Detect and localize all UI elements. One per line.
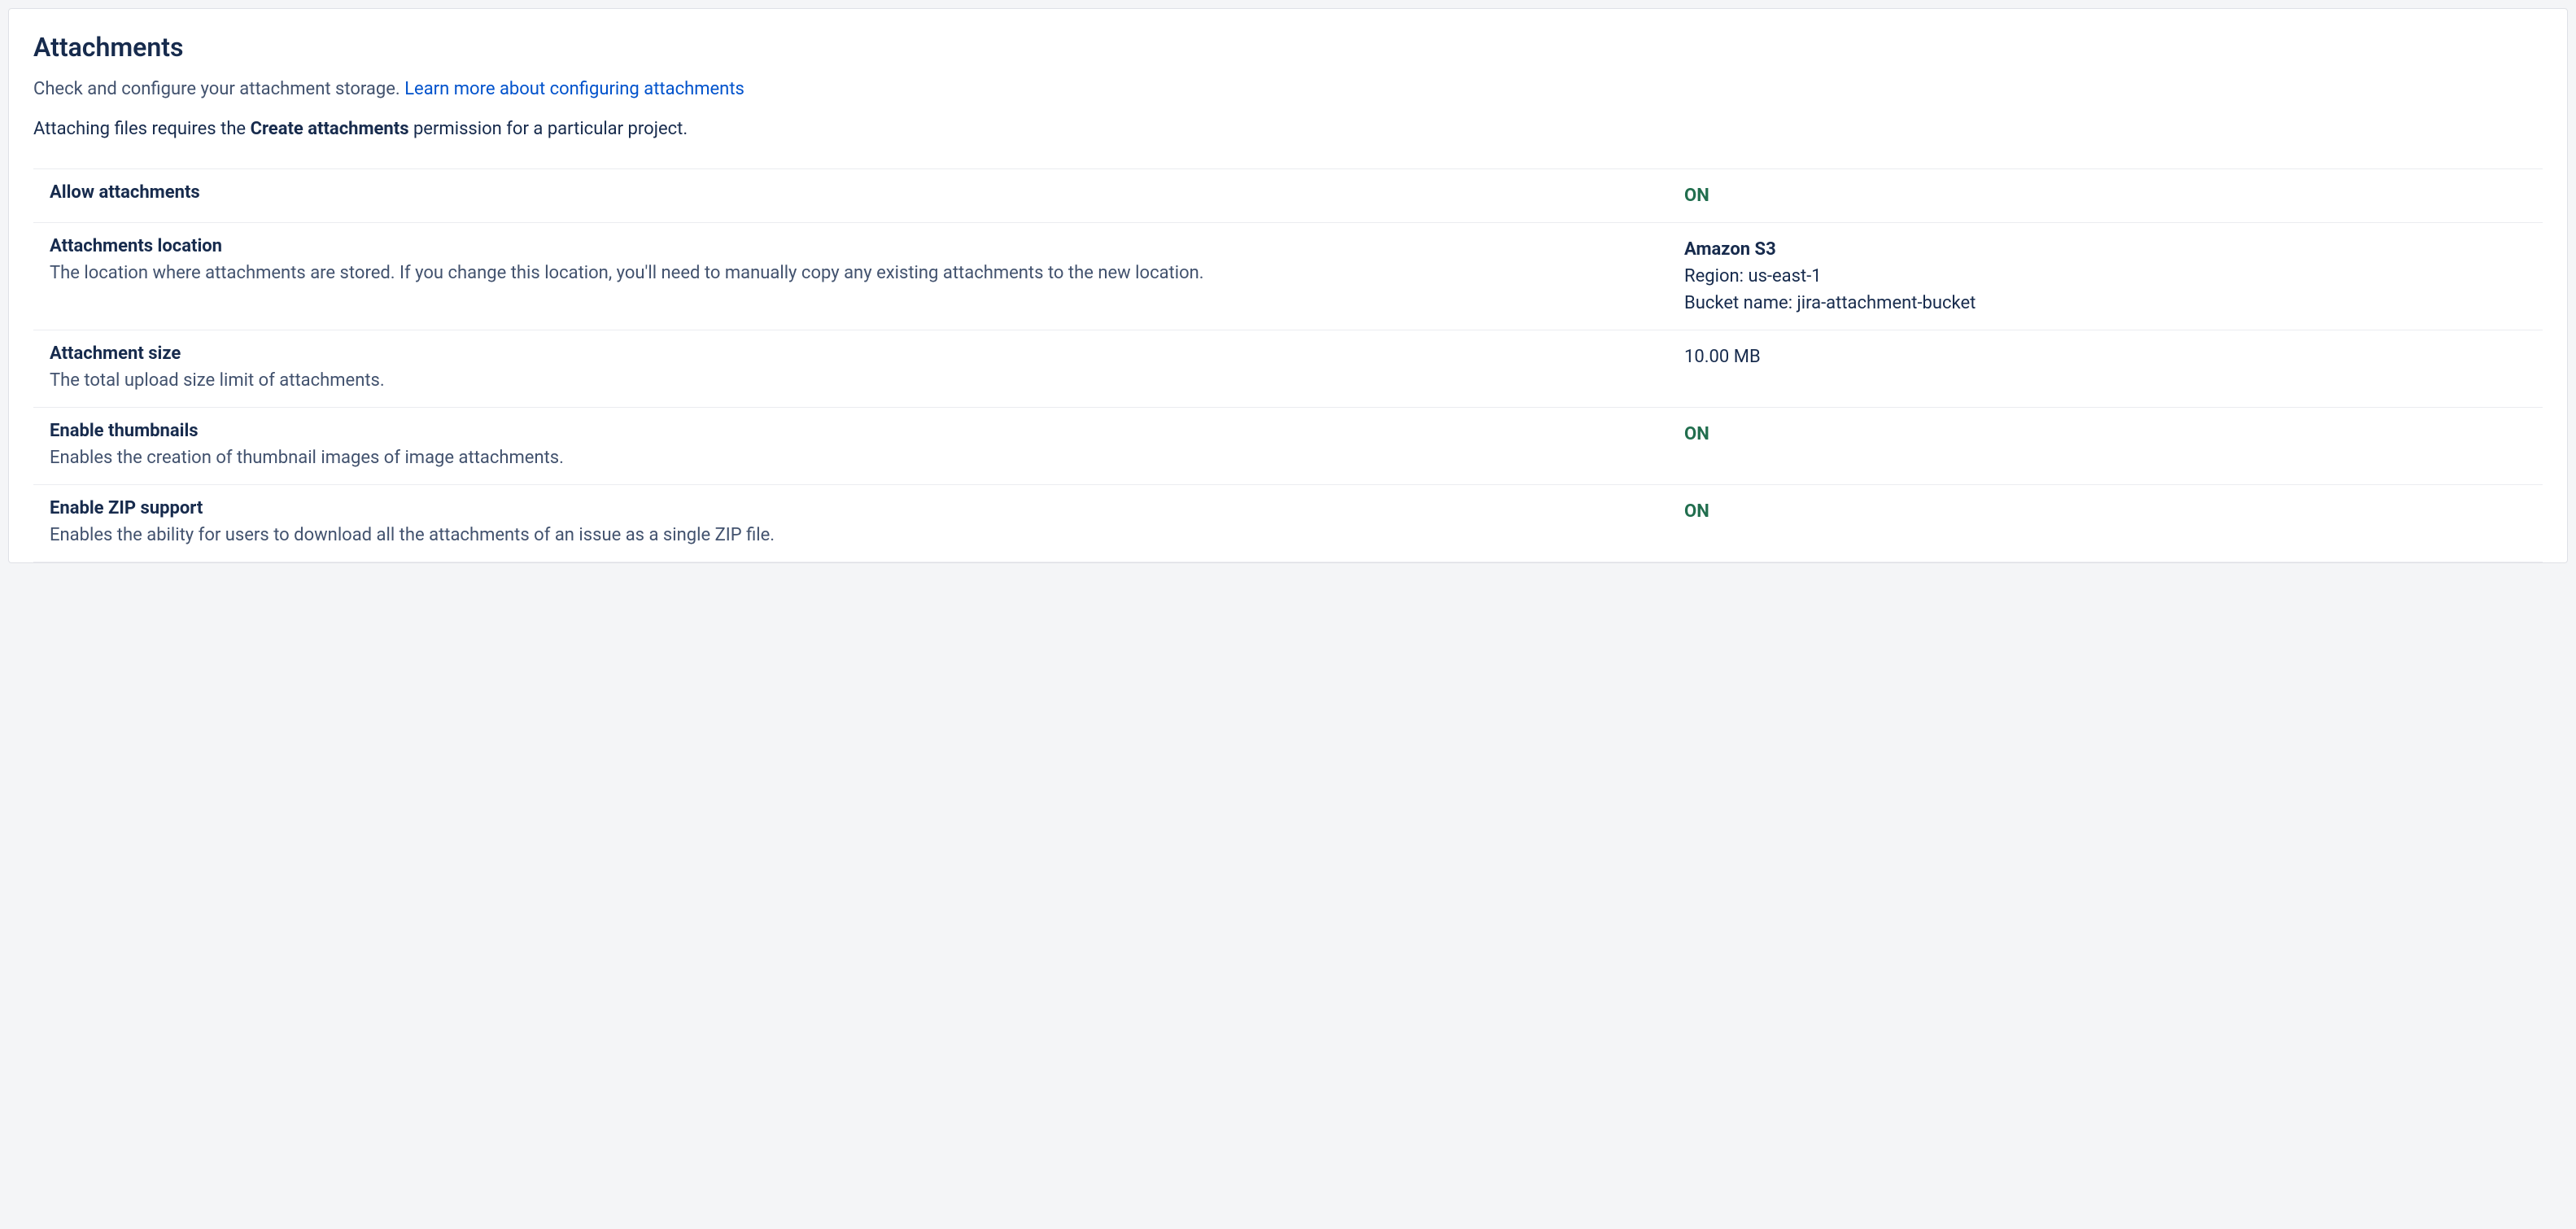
size-value: 10.00 MB [1684,347,1761,367]
setting-name: Allow attachments [50,182,1660,203]
location-region: Region: us-east-1 [1684,263,2526,290]
bucket-value: jira-attachment-bucket [1797,293,1976,313]
location-provider: Amazon S3 [1684,236,2526,263]
setting-desc: The total upload size limit of attachmen… [50,367,1660,394]
setting-desc: Enables the creation of thumbnail images… [50,444,1660,471]
setting-row-enable-thumbnails: Enable thumbnails Enables the creation o… [33,408,2543,485]
setting-row-allow-attachments: Allow attachments ON [33,169,2543,223]
setting-row-attachment-size: Attachment size The total upload size li… [33,330,2543,408]
setting-name: Enable thumbnails [50,421,1660,441]
attachments-panel: Attachments Check and configure your att… [8,8,2568,563]
setting-name: Enable ZIP support [50,498,1660,518]
status-on: ON [1684,186,1709,206]
status-on: ON [1684,424,1709,444]
bucket-label: Bucket name: [1684,293,1797,313]
setting-left: Enable thumbnails Enables the creation o… [50,421,1684,471]
setting-value: ON [1684,421,2526,471]
page-title: Attachments [33,32,2543,63]
status-on: ON [1684,501,1709,522]
learn-more-link[interactable]: Learn more about configuring attachments [404,79,744,99]
setting-desc: Enables the ability for users to downloa… [50,522,1660,549]
setting-desc: The location where attachments are store… [50,260,1660,286]
setting-left: Enable ZIP support Enables the ability f… [50,498,1684,549]
setting-row-attachments-location: Attachments location The location where … [33,223,2543,330]
setting-left: Attachment size The total upload size li… [50,343,1684,394]
note-before: Attaching files requires the [33,119,251,139]
region-label: Region: [1684,266,1748,286]
setting-value: 10.00 MB [1684,343,2526,394]
setting-value: ON [1684,498,2526,549]
subtitle-text: Check and configure your attachment stor… [33,79,404,99]
setting-name: Attachments location [50,236,1660,256]
setting-value: Amazon S3 Region: us-east-1 Bucket name:… [1684,236,2526,317]
location-bucket: Bucket name: jira-attachment-bucket [1684,290,2526,317]
note-strong: Create attachments [251,119,409,139]
region-value: us-east-1 [1748,266,1821,286]
setting-left: Attachments location The location where … [50,236,1684,317]
setting-name: Attachment size [50,343,1660,364]
settings-list: Allow attachments ON Attachments locatio… [33,168,2543,562]
page-subtitle: Check and configure your attachment stor… [33,77,2543,103]
setting-value: ON [1684,182,2526,209]
permission-note: Attaching files requires the Create atta… [33,117,2543,142]
setting-row-enable-zip: Enable ZIP support Enables the ability f… [33,485,2543,562]
note-after: permission for a particular project. [409,119,688,139]
setting-left: Allow attachments [50,182,1684,209]
